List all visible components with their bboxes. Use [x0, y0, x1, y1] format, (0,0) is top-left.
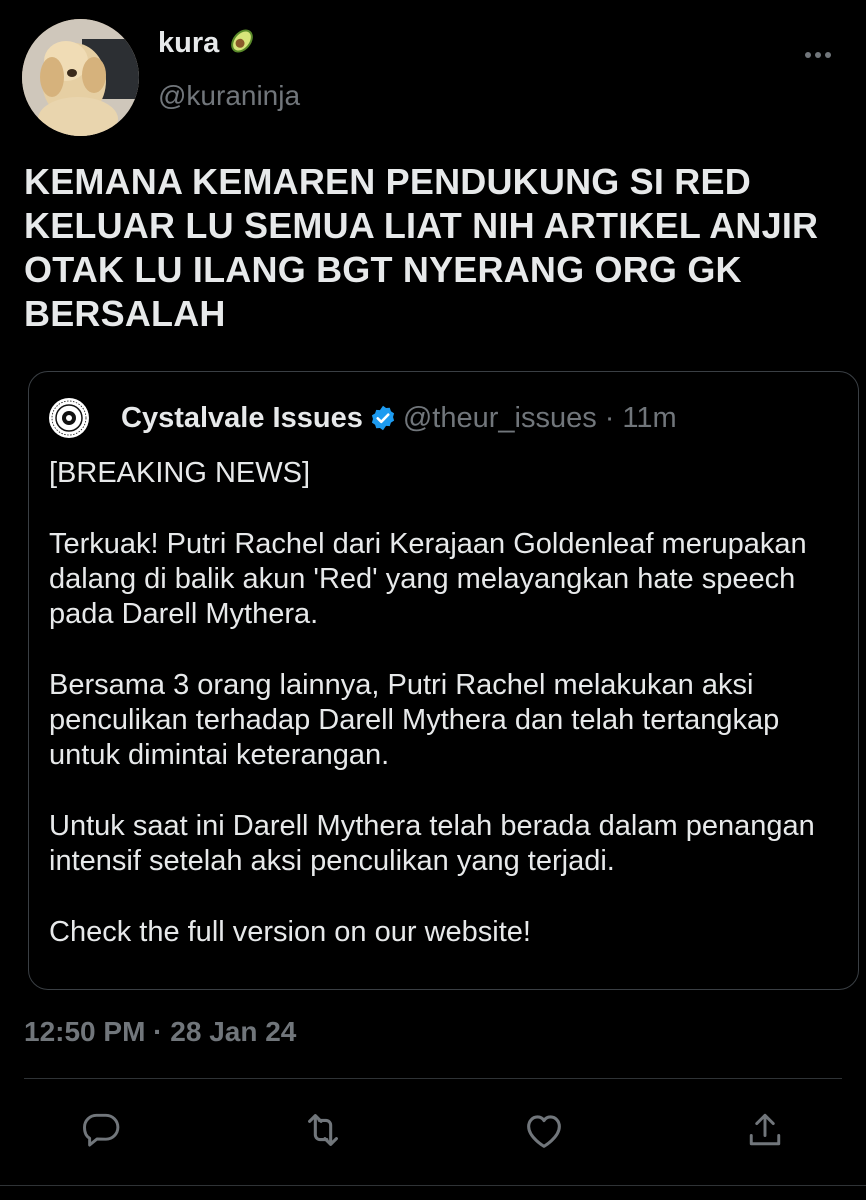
- more-options-icon[interactable]: [800, 40, 836, 70]
- divider: [24, 1078, 842, 1079]
- dog-photo: [22, 19, 139, 136]
- reply-icon: [79, 1108, 123, 1157]
- author-name-row[interactable]: kura: [158, 26, 257, 61]
- quoted-paragraph: Check the full version on our website!: [49, 916, 531, 948]
- reply-button[interactable]: [77, 1108, 125, 1156]
- bottom-divider: [0, 1185, 866, 1186]
- avocado-icon: [227, 26, 257, 61]
- share-icon: [743, 1108, 787, 1157]
- quoted-paragraph: Terkuak! Putri Rachel dari Kerajaan Gold…: [49, 528, 807, 630]
- author-handle[interactable]: @kuraninja: [158, 80, 300, 112]
- quoted-handle[interactable]: @theur_issues: [403, 402, 597, 435]
- verified-badge-icon: [369, 404, 397, 432]
- quoted-paragraph: [BREAKING NEWS]: [49, 457, 311, 489]
- quoted-paragraph: Untuk saat ini Darell Mythera telah bera…: [49, 810, 815, 877]
- quoted-paragraph: Bersama 3 orang lainnya, Putri Rachel me…: [49, 669, 780, 771]
- quoted-avatar[interactable]: [49, 398, 89, 438]
- quoted-tweet-header: Cystalvale Issues @theur_issues · 11m: [49, 398, 677, 438]
- tweet-timestamp[interactable]: 12:50 PM · 28 Jan 24: [24, 1016, 296, 1048]
- display-name[interactable]: kura: [158, 27, 219, 60]
- quoted-tweet-body: [BREAKING NEWS] Terkuak! Putri Rachel da…: [49, 456, 839, 986]
- tweet-text: KEMANA KEMAREN PENDUKUNG SI RED KELUAR L…: [24, 161, 819, 334]
- avatar[interactable]: [22, 19, 139, 136]
- like-button[interactable]: [520, 1108, 568, 1156]
- quoted-display-name[interactable]: Cystalvale Issues: [121, 402, 363, 435]
- retweet-button[interactable]: [299, 1108, 347, 1156]
- retweet-icon: [300, 1107, 346, 1158]
- quoted-tweet-card[interactable]: Cystalvale Issues @theur_issues · 11m [B…: [28, 371, 859, 990]
- quoted-time[interactable]: 11m: [622, 402, 676, 435]
- share-button[interactable]: [741, 1108, 789, 1156]
- separator-dot: ·: [604, 401, 615, 434]
- like-icon: [521, 1107, 567, 1158]
- action-bar: [0, 1108, 866, 1156]
